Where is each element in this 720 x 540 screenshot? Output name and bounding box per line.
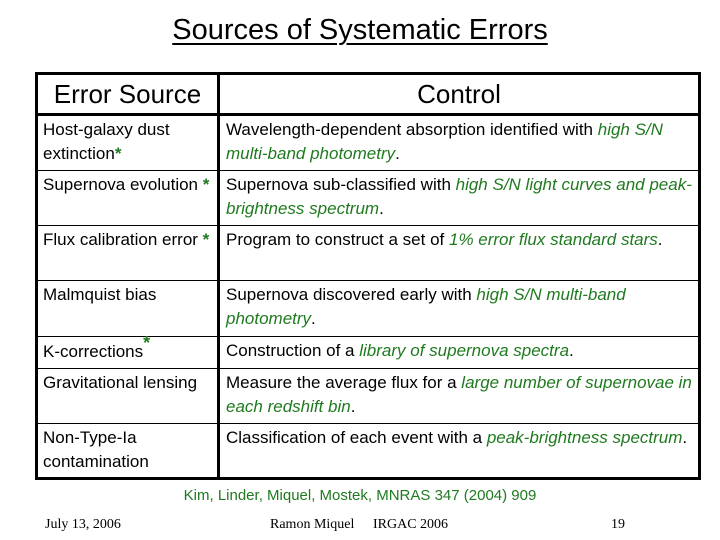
control-highlight: library of supernova spectra (359, 341, 570, 360)
control-end: . (682, 428, 688, 447)
control-text: Construction of a (226, 341, 360, 360)
error-source-cell: Flux calibration error * (36, 225, 220, 281)
table-row: Gravitational lensing Measure the averag… (36, 368, 700, 424)
control-end: . (569, 341, 574, 360)
table-header-row: Error Source Control (36, 73, 700, 116)
control-text: Supernova discovered early with (226, 285, 477, 304)
table-row: Non-Type-Ia contamination Classification… (36, 423, 700, 479)
control-text: Wavelength-dependent absorption identifi… (226, 120, 598, 139)
error-source-text: K-corrections (43, 342, 144, 361)
asterisk-marker: * (202, 175, 210, 194)
asterisk-marker: * (202, 230, 210, 249)
asterisk-marker: * (114, 144, 122, 163)
table-row: Host-galaxy dust extinction* Wavelength-… (36, 114, 700, 171)
systematic-errors-table: Error Source Control Host-galaxy dust ex… (35, 72, 701, 480)
footer-date: July 13, 2006 (45, 517, 121, 532)
header-control: Control (218, 73, 700, 116)
footer-author: Ramon Miquel (270, 517, 355, 532)
footer-page-number: 19 (611, 517, 625, 532)
control-cell: Construction of a library of supernova s… (218, 336, 700, 369)
control-cell: Wavelength-dependent absorption identifi… (219, 115, 700, 171)
control-cell: Classification of each event with a peak… (218, 423, 700, 479)
control-cell: Supernova sub-classified with high S/N l… (218, 170, 700, 226)
control-text: Classification of each event with a (226, 428, 487, 447)
error-source-text: Supernova evolution (43, 175, 203, 194)
control-cell: Program to construct a set of 1% error f… (218, 225, 700, 281)
control-highlight: peak-brightness spectrum (486, 428, 683, 447)
control-end: . (350, 397, 356, 416)
error-source-cell: Gravitational lensing (36, 368, 220, 424)
table-row: K-corrections* Construction of a library… (36, 333, 700, 369)
error-source-cell: Malmquist bias (36, 280, 220, 337)
control-end: . (395, 144, 400, 163)
slide-title: Sources of Systematic Errors (172, 14, 548, 46)
control-end: . (311, 309, 316, 328)
table-row: Supernova evolution * Supernova sub-clas… (36, 170, 700, 226)
error-source-cell: Host-galaxy dust extinction* (36, 114, 220, 171)
table-row: Flux calibration error * Program to cons… (36, 225, 700, 281)
footer-conference: IRGAC 2006 (373, 517, 449, 532)
citation-reference: Kim, Linder, Miquel, Mostek, MNRAS 347 (… (183, 487, 537, 504)
control-highlight: 1% error flux standard stars (448, 230, 658, 249)
control-text: Measure the average flux for a (226, 373, 462, 392)
control-end: . (379, 199, 384, 218)
control-text: Program to construct a set of (226, 230, 449, 249)
error-source-cell: K-corrections* (36, 333, 220, 369)
error-source-text: Host-galaxy dust extinction (43, 120, 170, 163)
control-cell: Measure the average flux for a large num… (218, 368, 700, 424)
header-error-source: Error Source (36, 73, 220, 116)
error-source-text: Malmquist bias (43, 285, 157, 304)
error-source-text: Non-Type-Ia contamination (43, 428, 149, 471)
error-source-cell: Supernova evolution * (36, 170, 220, 226)
error-source-cell: Non-Type-Ia contamination (36, 423, 220, 479)
control-cell: Supernova discovered early with high S/N… (218, 280, 700, 337)
control-text: Supernova sub-classified with (226, 175, 456, 194)
asterisk-marker: * (143, 333, 151, 353)
error-source-text: Gravitational lensing (43, 373, 198, 392)
error-source-text: Flux calibration error (43, 230, 203, 249)
table-row: Malmquist bias Supernova discovered earl… (36, 280, 700, 337)
control-end: . (657, 230, 663, 249)
